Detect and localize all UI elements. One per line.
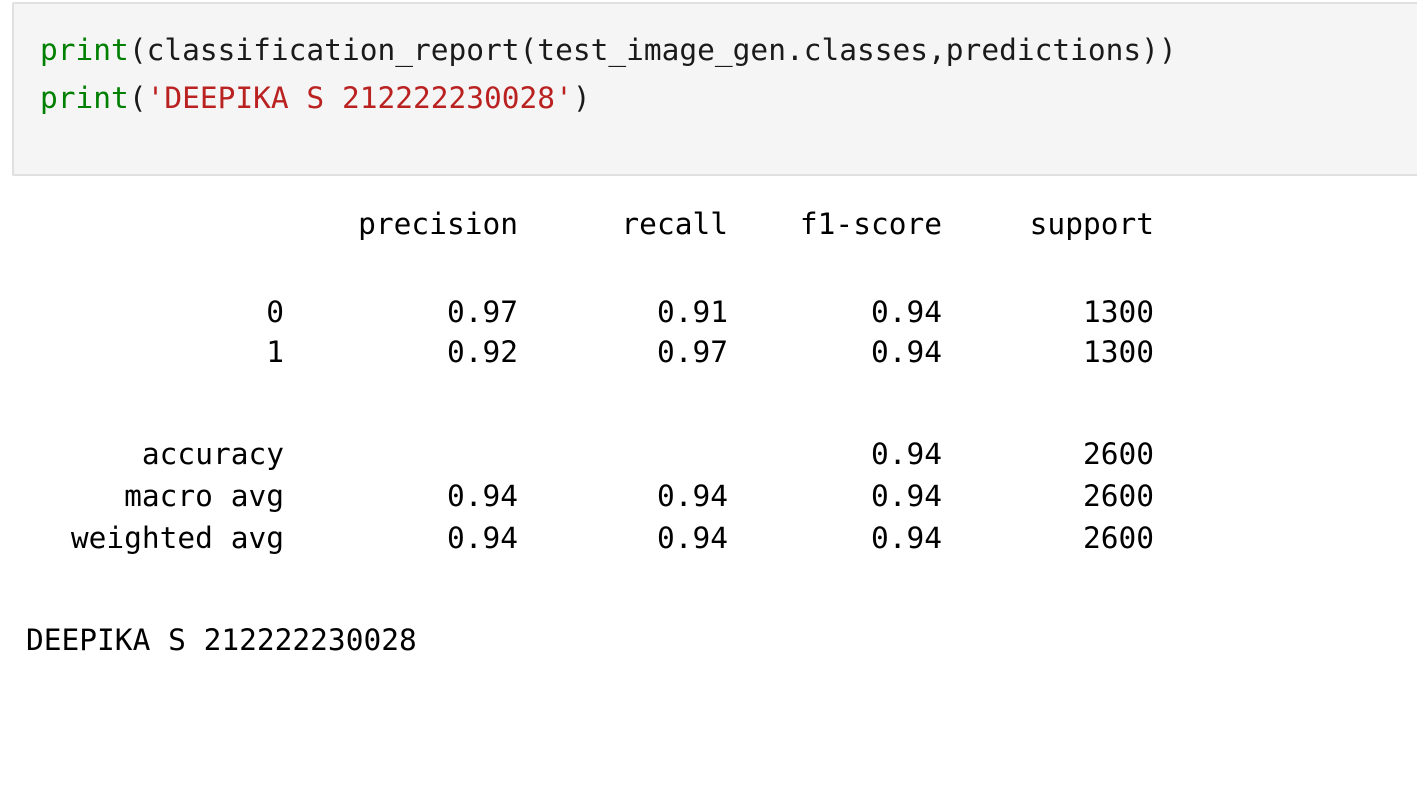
report-row: 1 0.92 0.97 0.94 1300 [26, 332, 1154, 372]
open-paren: ( [128, 81, 147, 115]
row-support: 1300 [1082, 295, 1154, 329]
code-line-2: print('DEEPIKA S 212222230028') [40, 78, 591, 118]
header-recall: recall [621, 207, 728, 241]
row-label: accuracy [141, 437, 284, 471]
code-input-cell[interactable]: print(classification_report(test_image_g… [12, 2, 1417, 176]
row-f1-score: 0.94 [870, 479, 942, 513]
row-precision: 0.97 [446, 295, 518, 329]
row-label: 1 [266, 335, 284, 369]
close-paren: ) [572, 81, 591, 115]
row-f1-score: 0.94 [870, 521, 942, 555]
row-precision: 0.94 [446, 521, 518, 555]
row-recall: 0.94 [656, 479, 728, 513]
row-support: 2600 [1082, 479, 1154, 513]
row-support: 1300 [1082, 335, 1154, 369]
row-f1-score: 0.94 [870, 335, 942, 369]
row-f1-score: 0.94 [870, 295, 942, 329]
row-f1-score: 0.94 [870, 437, 942, 471]
printed-name-line: DEEPIKA S 212222230028 [26, 623, 417, 657]
report-row: 0 0.97 0.91 0.94 1300 [26, 292, 1154, 332]
row-precision: 0.94 [446, 479, 518, 513]
report-header-row: precision recall f1-score support [26, 204, 1154, 244]
row-label: weighted avg [70, 521, 284, 555]
header-f1-score: f1-score [799, 207, 942, 241]
cell-output: precision recall f1-score support 0 0.97… [26, 204, 1154, 764]
report-row: accuracy 0.94 2600 [26, 434, 1154, 474]
code-line-1: print(classification_report(test_image_g… [40, 30, 1177, 70]
row-recall: 0.97 [656, 335, 728, 369]
header-support: support [1029, 207, 1154, 241]
row-recall: 0.91 [656, 295, 728, 329]
header-precision: precision [358, 207, 518, 241]
row-support: 2600 [1082, 437, 1154, 471]
row-label: macro avg [124, 479, 284, 513]
report-row: macro avg 0.94 0.94 0.94 2600 [26, 476, 1154, 516]
report-row: weighted avg 0.94 0.94 0.94 2600 [26, 518, 1154, 558]
row-label: 0 [266, 295, 284, 329]
row-precision: 0.92 [446, 335, 518, 369]
string-literal: 'DEEPIKA S 212222230028' [146, 81, 573, 115]
code-text: (classification_report(test_image_gen.cl… [128, 33, 1177, 67]
print-keyword: print [40, 33, 129, 67]
row-recall: 0.94 [656, 521, 728, 555]
print-keyword: print [40, 81, 129, 115]
row-support: 2600 [1082, 521, 1154, 555]
